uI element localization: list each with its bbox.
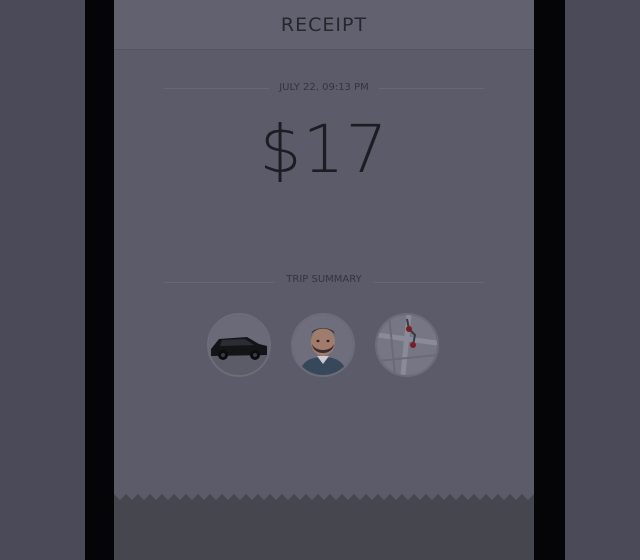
receipt-screen: RECEIPT JULY 22, 09:13 PM $17 TRIP SUMMA… bbox=[114, 0, 534, 560]
trip-summary-heading: TRIP SUMMARY bbox=[114, 269, 534, 295]
car-icon bbox=[209, 315, 269, 375]
trip-summary-label: TRIP SUMMARY bbox=[286, 274, 362, 285]
receipt-amount: $17 bbox=[259, 111, 389, 188]
receipt-header: RECEIPT bbox=[114, 0, 534, 50]
vehicle-avatar[interactable] bbox=[207, 313, 271, 377]
route-avatar[interactable] bbox=[375, 313, 439, 377]
header-title: RECEIPT bbox=[280, 13, 368, 36]
receipt-torn-edge bbox=[114, 488, 534, 560]
map-icon bbox=[377, 315, 437, 375]
driver-avatar[interactable] bbox=[291, 313, 355, 377]
trip-summary-items bbox=[114, 313, 534, 381]
receipt-datetime: JULY 22, 09:13 PM bbox=[279, 82, 369, 93]
driver-photo bbox=[293, 315, 353, 375]
